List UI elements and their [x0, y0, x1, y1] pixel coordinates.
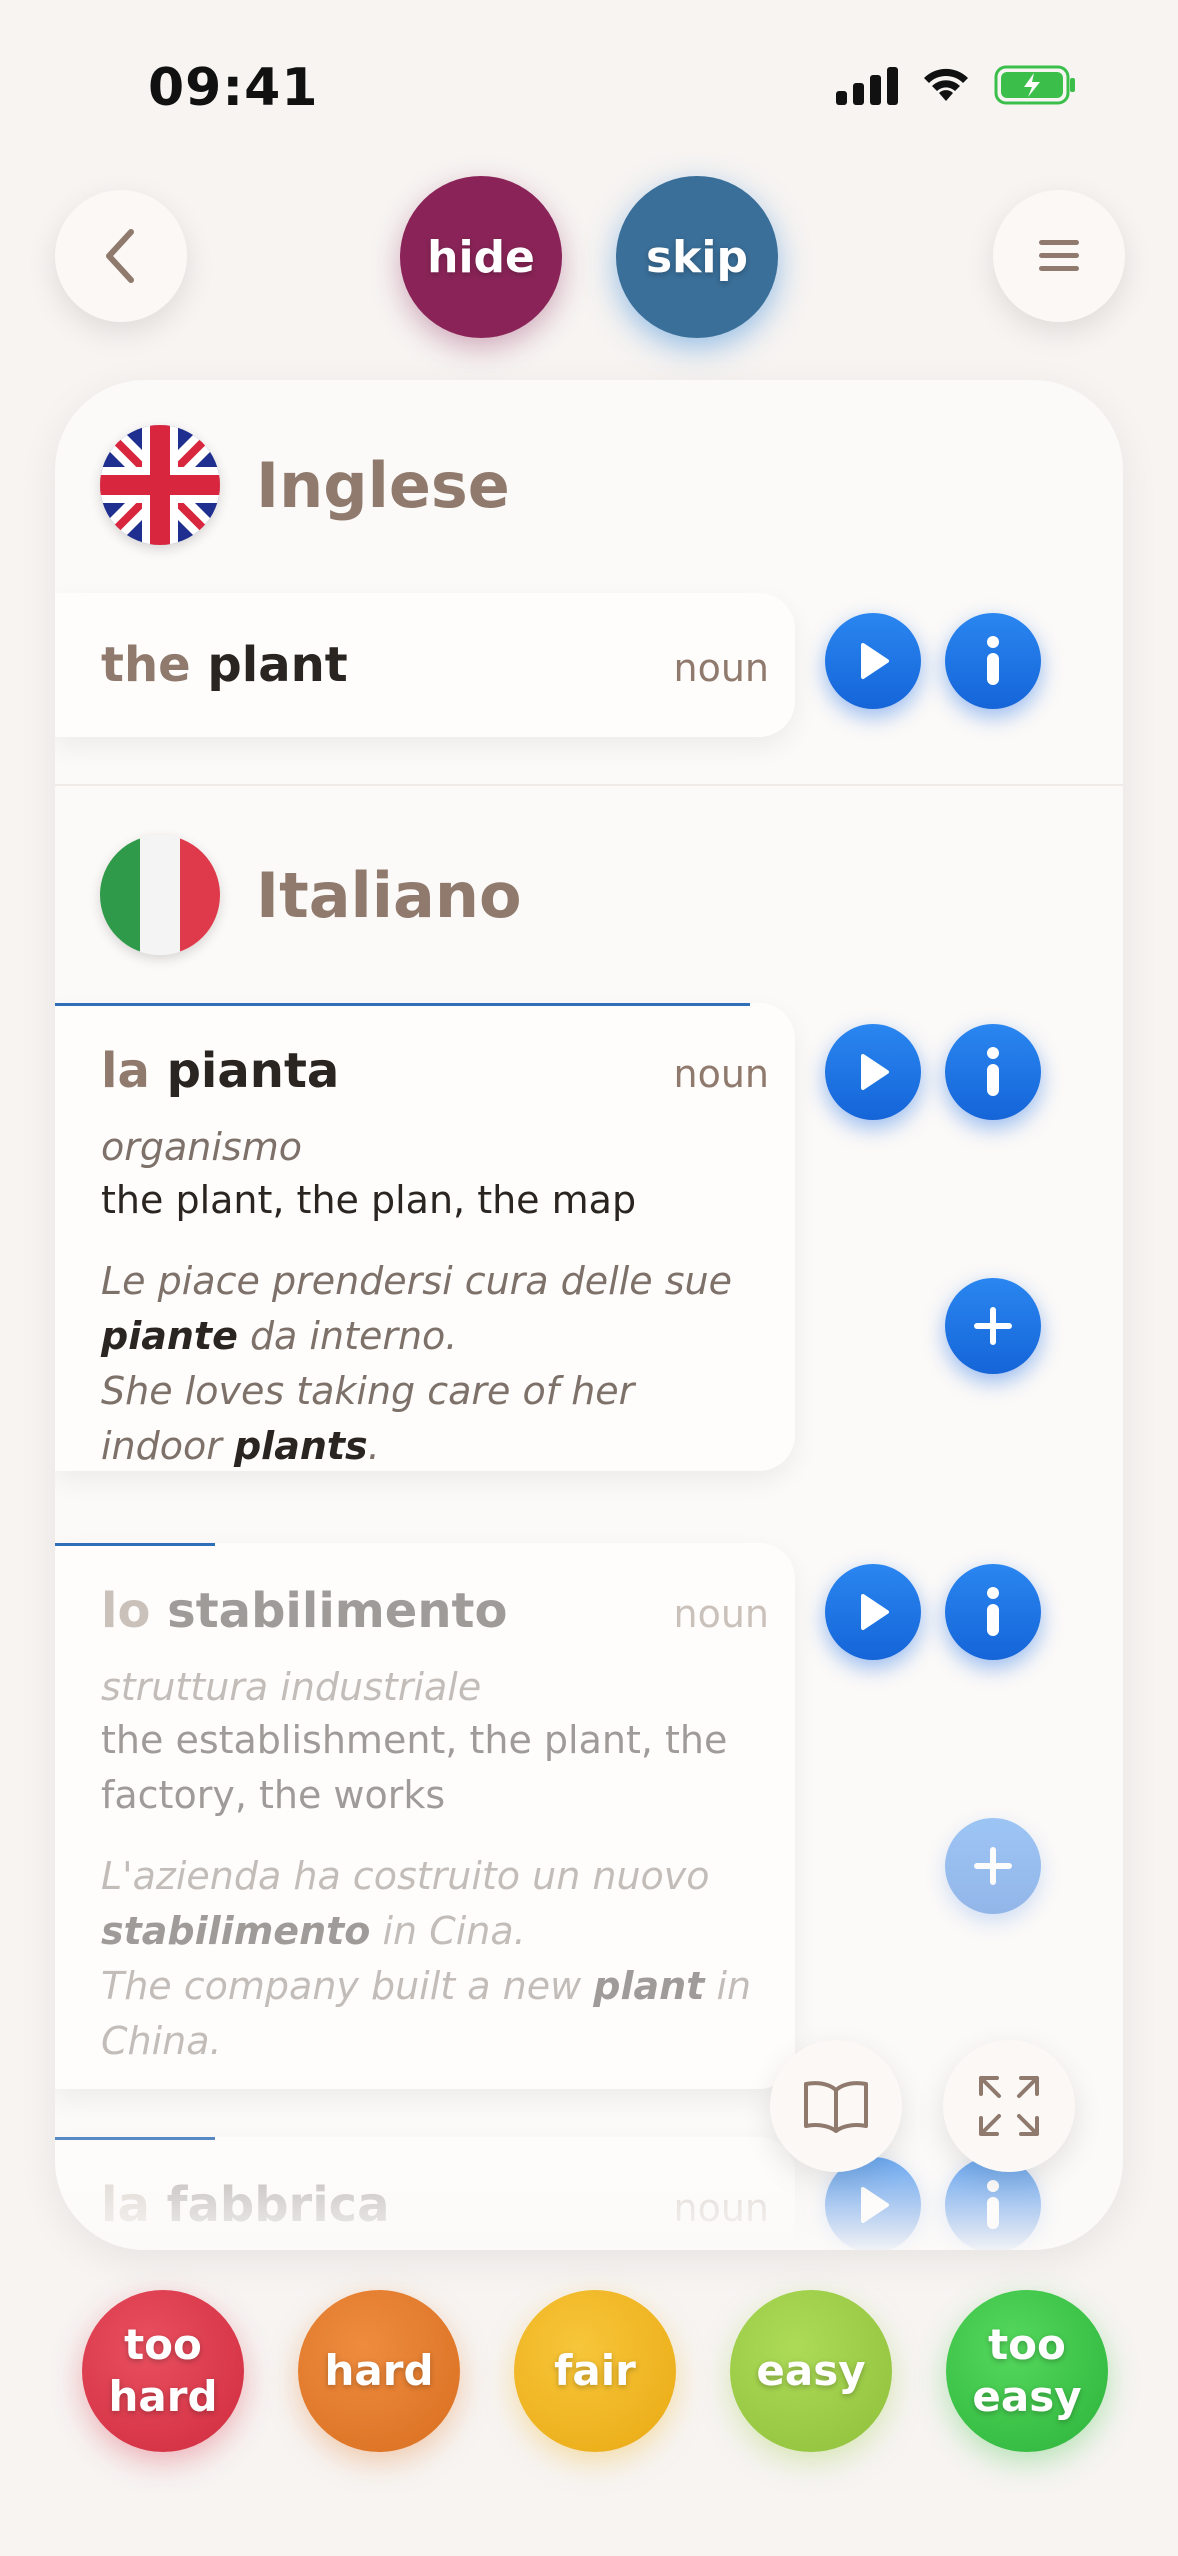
source-language-header: Inglese: [100, 425, 510, 545]
rate-hard-button[interactable]: hard: [298, 2290, 460, 2452]
play-icon: [861, 1054, 889, 1090]
source-entry[interactable]: the plant noun: [55, 593, 795, 737]
example-sentence: Le piace prendersi cura delle sue piante…: [101, 1259, 733, 1469]
play-audio-button[interactable]: [825, 1024, 921, 1120]
cellular-signal-icon: [836, 65, 898, 105]
part-of-speech: noun: [673, 1592, 769, 1636]
part-of-speech: noun: [673, 1052, 769, 1096]
expand-icon: [979, 2076, 1039, 2136]
plus-icon: [974, 1307, 1012, 1345]
skip-button[interactable]: skip: [616, 176, 778, 338]
play-audio-button[interactable]: [825, 1564, 921, 1660]
hamburger-menu-icon: [1039, 240, 1079, 271]
battery-charging-icon: [994, 64, 1078, 106]
wifi-icon: [920, 65, 972, 105]
book-open-icon: [804, 2081, 868, 2133]
status-icons: [836, 64, 1078, 106]
add-word-button[interactable]: [945, 1818, 1041, 1914]
info-icon: [987, 1047, 999, 1096]
play-icon: [861, 643, 889, 679]
rate-fair-button[interactable]: fair: [514, 2290, 676, 2452]
progress-accent: [55, 1543, 215, 1546]
translation-entry[interactable]: lo stabilimento noun struttura industria…: [55, 1543, 795, 2089]
back-button[interactable]: [55, 190, 187, 322]
sense-gloss: struttura industriale: [101, 1665, 482, 1709]
expand-button[interactable]: [943, 2040, 1075, 2172]
translation-entry[interactable]: la pianta noun organismo the plant, the …: [55, 1003, 795, 1471]
part-of-speech: noun: [673, 646, 769, 690]
translation-list: the establishment, the plant, the factor…: [101, 1718, 728, 1818]
translation-list: the plant, the plan, the map: [101, 1178, 637, 1222]
italy-flag-icon: [100, 835, 220, 955]
sense-gloss: organismo: [101, 1125, 302, 1169]
translation-card[interactable]: Inglese the plant noun Italiano la piant…: [55, 380, 1123, 2250]
hide-button[interactable]: hide: [400, 176, 562, 338]
add-word-button[interactable]: [945, 1278, 1041, 1374]
info-button[interactable]: [945, 1024, 1041, 1120]
target-language-header: Italiano: [100, 835, 522, 955]
rate-easy-button[interactable]: easy: [730, 2290, 892, 2452]
info-button[interactable]: [945, 613, 1041, 709]
section-divider: [55, 784, 1123, 786]
info-button[interactable]: [945, 1564, 1041, 1660]
rate-too-easy-button[interactable]: too easy: [946, 2290, 1108, 2452]
example-sentence: L'azienda ha costruito un nuovo stabilim…: [101, 1854, 752, 2064]
headword: la pianta: [101, 1043, 340, 1099]
uk-flag-icon: [100, 425, 220, 545]
progress-accent: [55, 1003, 750, 1006]
info-icon: [987, 1587, 999, 1636]
play-icon: [861, 1594, 889, 1630]
target-language-name: Italiano: [256, 858, 522, 932]
info-icon: [987, 636, 999, 685]
plus-icon: [974, 1847, 1012, 1885]
source-headword: the plant: [101, 637, 348, 693]
dictionary-button[interactable]: [770, 2040, 902, 2172]
source-language-name: Inglese: [256, 448, 510, 522]
status-time: 09:41: [148, 58, 319, 118]
menu-button[interactable]: [993, 190, 1125, 322]
play-audio-button[interactable]: [825, 613, 921, 709]
chevron-left-icon: [106, 229, 134, 283]
headword: lo stabilimento: [101, 1583, 508, 1639]
rate-too-hard-button[interactable]: too hard: [82, 2290, 244, 2452]
